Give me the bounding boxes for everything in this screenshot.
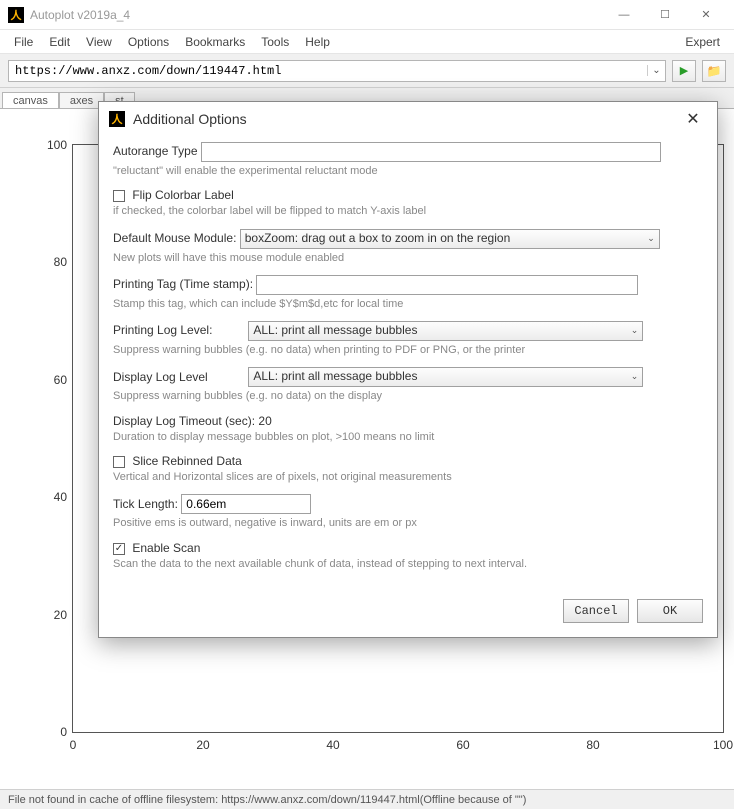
address-input[interactable] bbox=[9, 62, 647, 80]
flip-colorbar-checkbox[interactable] bbox=[113, 190, 125, 202]
enable-scan-label: Enable Scan bbox=[132, 541, 200, 555]
dialog-close-button[interactable]: ✕ bbox=[679, 109, 707, 129]
y-tick-label: 0 bbox=[60, 725, 67, 739]
address-bar: ⌄ ▶ 📁 bbox=[0, 54, 734, 88]
default-mouse-label: Default Mouse Module: bbox=[113, 231, 236, 245]
printing-log-hint: Suppress warning bubbles (e.g. no data) … bbox=[113, 343, 703, 357]
printing-log-label: Printing Log Level: bbox=[113, 323, 245, 337]
default-mouse-hint: New plots will have this mouse module en… bbox=[113, 251, 703, 265]
play-icon: ▶ bbox=[680, 64, 688, 77]
dialog-title: Additional Options bbox=[133, 111, 247, 127]
x-tick-label: 0 bbox=[70, 738, 77, 752]
printing-tag-hint: Stamp this tag, which can include $Y$m$d… bbox=[113, 297, 703, 311]
cancel-button[interactable]: Cancel bbox=[563, 599, 629, 623]
open-folder-button[interactable]: 📁 bbox=[702, 60, 726, 82]
status-bar: File not found in cache of offline files… bbox=[0, 789, 734, 809]
tab-canvas[interactable]: canvas bbox=[2, 92, 59, 109]
x-tick-label: 40 bbox=[326, 738, 339, 752]
menu-options[interactable]: Options bbox=[120, 32, 177, 52]
printing-log-combo[interactable]: ALL: print all message bubbles⌄ bbox=[248, 321, 643, 341]
menu-view[interactable]: View bbox=[78, 32, 120, 52]
display-timeout-value[interactable]: 20 bbox=[258, 414, 271, 428]
y-tick-label: 20 bbox=[54, 608, 67, 622]
y-tick-label: 40 bbox=[54, 490, 67, 504]
default-mouse-combo[interactable]: boxZoom: drag out a box to zoom in on th… bbox=[240, 229, 660, 249]
printing-tag-input[interactable] bbox=[257, 276, 637, 294]
folder-icon: 📁 bbox=[707, 64, 722, 78]
slice-rebinned-label: Slice Rebinned Data bbox=[132, 454, 241, 468]
play-button[interactable]: ▶ bbox=[672, 60, 696, 82]
y-tick-label: 100 bbox=[47, 138, 67, 152]
display-log-hint: Suppress warning bubbles (e.g. no data) … bbox=[113, 389, 703, 403]
address-dropdown[interactable]: ⌄ bbox=[647, 65, 665, 76]
flip-colorbar-label: Flip Colorbar Label bbox=[132, 188, 233, 202]
y-tick-label: 60 bbox=[54, 373, 67, 387]
window-title: Autoplot v2019a_4 bbox=[30, 8, 130, 22]
chevron-down-icon: ⌄ bbox=[631, 371, 639, 382]
y-tick-label: 80 bbox=[54, 255, 67, 269]
display-timeout-label: Display Log Timeout (sec): bbox=[113, 414, 255, 428]
app-icon: 人 bbox=[8, 7, 24, 23]
menu-bar: File Edit View Options Bookmarks Tools H… bbox=[0, 30, 734, 54]
slice-rebinned-checkbox[interactable] bbox=[113, 456, 125, 468]
minimize-button[interactable]: — bbox=[604, 5, 644, 25]
slice-rebinned-hint: Vertical and Horizontal slices are of pi… bbox=[113, 470, 703, 484]
display-log-label: Display Log Level bbox=[113, 370, 245, 384]
tick-length-input[interactable] bbox=[182, 495, 310, 513]
close-button[interactable]: ✕ bbox=[686, 5, 726, 25]
display-timeout-hint: Duration to display message bubbles on p… bbox=[113, 430, 703, 444]
address-input-wrapper: ⌄ bbox=[8, 60, 666, 82]
menu-tools[interactable]: Tools bbox=[253, 32, 297, 52]
tick-length-label: Tick Length: bbox=[113, 497, 178, 511]
flip-colorbar-hint: if checked, the colorbar label will be f… bbox=[113, 204, 703, 218]
menu-edit[interactable]: Edit bbox=[41, 32, 78, 52]
dialog-title-bar: 人 Additional Options ✕ bbox=[99, 102, 717, 136]
additional-options-dialog: 人 Additional Options ✕ Autorange Type "r… bbox=[98, 101, 718, 638]
enable-scan-hint: Scan the data to the next available chun… bbox=[113, 557, 703, 571]
menu-file[interactable]: File bbox=[6, 32, 41, 52]
x-tick-label: 100 bbox=[713, 738, 733, 752]
maximize-button[interactable]: ☐ bbox=[645, 5, 685, 25]
x-tick-label: 20 bbox=[196, 738, 209, 752]
autorange-type-hint: "reluctant" will enable the experimental… bbox=[113, 164, 703, 178]
title-bar: 人 Autoplot v2019a_4 — ☐ ✕ bbox=[0, 0, 734, 30]
dialog-app-icon: 人 bbox=[109, 111, 125, 127]
autorange-type-input[interactable] bbox=[202, 143, 660, 161]
x-tick-label: 80 bbox=[586, 738, 599, 752]
x-tick-label: 60 bbox=[456, 738, 469, 752]
chevron-down-icon: ⌄ bbox=[631, 325, 639, 336]
display-log-combo[interactable]: ALL: print all message bubbles⌄ bbox=[248, 367, 643, 387]
tick-length-hint: Positive ems is outward, negative is inw… bbox=[113, 516, 703, 530]
printing-tag-label: Printing Tag (Time stamp): bbox=[113, 277, 253, 291]
status-text: File not found in cache of offline files… bbox=[8, 794, 526, 806]
ok-button[interactable]: OK bbox=[637, 599, 703, 623]
chevron-down-icon: ⌄ bbox=[647, 233, 655, 244]
menu-help[interactable]: Help bbox=[297, 32, 338, 52]
autorange-type-label: Autorange Type bbox=[113, 144, 198, 158]
menu-bookmarks[interactable]: Bookmarks bbox=[177, 32, 253, 52]
menu-expert[interactable]: Expert bbox=[677, 32, 728, 52]
enable-scan-checkbox[interactable]: ✓ bbox=[113, 543, 125, 555]
